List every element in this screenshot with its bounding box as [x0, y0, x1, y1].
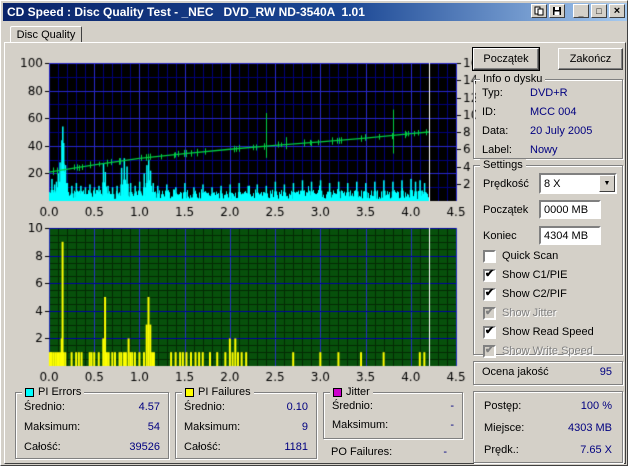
max-value: 9 — [301, 421, 308, 433]
checkbox-box: ✔ — [483, 324, 496, 339]
pi-failures-legend: PI Failures Średnio: 0.10 Maksimum: 9 Cało… — [175, 386, 317, 459]
speed-status-label: Prędk.: — [484, 444, 519, 456]
total-label: Całość: — [24, 441, 61, 453]
max-label: Maksimum: — [24, 421, 81, 433]
checkbox-box: ✔ — [483, 267, 496, 282]
titlebar-buttons: _ □ × — [529, 4, 625, 18]
pi-failures-title: PI Failures — [198, 386, 251, 398]
position-value: 4303 MB — [567, 422, 612, 434]
po-failures-value: - — [443, 446, 447, 458]
speed-label: Prędkość — [483, 178, 529, 190]
total-value: 1181 — [284, 441, 308, 453]
title-bar: CD Speed : Disc Quality Test - _NEC DVD_… — [3, 3, 627, 21]
max-value: 54 — [147, 421, 160, 433]
position-label: Miejsce: — [484, 422, 525, 434]
speed-value: 8 X — [544, 178, 561, 190]
progress-label: Postęp: — [484, 400, 522, 412]
avg-label: Średnio: — [184, 401, 225, 413]
checkbox-show-read-speed[interactable]: ✔ Show Read Speed — [483, 325, 594, 339]
disc-type-value: DVD+R — [530, 87, 568, 99]
settings-title: Settings — [483, 159, 523, 171]
checkbox-show-write-speed: ✔ Show Write Speed — [483, 343, 593, 358]
po-failures-label: PO Failures: — [331, 446, 393, 458]
disc-type-label: Typ: — [482, 87, 503, 99]
speed-status-value: 7.65 X — [580, 444, 612, 456]
disc-info-title: Info o dysku — [483, 73, 543, 85]
checkbox-quick-scan[interactable]: ✔ Quick Scan — [483, 249, 558, 263]
checkbox-show-c1-pie[interactable]: ✔ Show C1/PIE — [483, 268, 567, 282]
avg-label: Średnio: — [24, 401, 65, 413]
copy-icon[interactable] — [531, 4, 547, 18]
avg-value: 4.57 — [138, 401, 160, 413]
jitter-swatch — [333, 387, 342, 397]
checkbox-show-jitter: ✔ Show Jitter — [483, 305, 557, 320]
speed-select[interactable]: 8 X ▼ — [539, 173, 617, 194]
end-position-label: Koniec — [483, 230, 517, 242]
pi-errors-chart — [21, 56, 476, 219]
max-value: - — [450, 419, 454, 431]
save-icon[interactable] — [549, 4, 565, 18]
disc-label-label: Label: — [482, 144, 512, 156]
app-window: CD Speed : Disc Quality Test - _NEC DVD_… — [0, 0, 628, 466]
pi-errors-swatch — [25, 387, 34, 397]
disc-label-value: Nowy — [530, 144, 558, 156]
total-value: 39526 — [129, 441, 160, 453]
disc-info-group: Info o dysku Typ: DVD+R ID: MCC 004 Data: 2… — [473, 73, 623, 159]
start-position-input[interactable] — [539, 200, 601, 219]
total-label: Całość: — [184, 441, 221, 453]
quality-score-value: 95 — [599, 366, 612, 378]
status-box: Postęp: 100 % Miejsce: 4303 MB Prędk.: 7.65… — [473, 391, 623, 463]
tab-label: Disc Quality — [16, 28, 76, 41]
avg-label: Średnio: — [332, 400, 373, 412]
max-label: Maksimum: — [332, 419, 389, 431]
quality-score-box: Ocena jakość 95 — [473, 361, 623, 385]
window-title: CD Speed : Disc Quality Test - _NEC DVD_… — [7, 5, 365, 19]
max-label: Maksimum: — [184, 421, 241, 433]
checkbox-box: ✔ — [483, 286, 496, 301]
quality-score-label: Ocena jakość — [482, 366, 549, 378]
start-button[interactable]: Początek — [472, 47, 540, 71]
pi-failures-chart — [21, 223, 476, 383]
disc-id-label: ID: — [482, 106, 497, 118]
jitter-title: Jitter — [346, 386, 370, 398]
start-position-label: Początek — [483, 204, 529, 216]
disc-date-label: Data: — [482, 125, 509, 137]
checkbox-box: ✔ — [483, 305, 496, 320]
minimize-icon[interactable]: _ — [573, 4, 589, 18]
pi-errors-title: PI Errors — [38, 386, 82, 398]
disc-id-value: MCC 004 — [530, 106, 577, 118]
avg-value: 0.10 — [286, 401, 308, 413]
close-icon[interactable]: × — [609, 4, 625, 18]
avg-value: - — [450, 400, 454, 412]
end-position-input[interactable] — [539, 226, 601, 245]
checkbox-box: ✔ — [483, 343, 496, 358]
stop-button[interactable]: Zakończ — [558, 48, 623, 70]
progress-value: 100 % — [580, 400, 612, 412]
disc-date-value: 20 July 2005 — [530, 125, 593, 137]
chevron-down-icon[interactable]: ▼ — [599, 175, 615, 192]
po-failures-row: PO Failures: - — [331, 446, 455, 460]
jitter-legend: Jitter Średnio: - Maksimum: - — [323, 386, 463, 439]
checkbox-box: ✔ — [483, 249, 496, 263]
pi-failures-swatch — [185, 387, 194, 397]
checkbox-show-c2-pif[interactable]: ✔ Show C2/PIF — [483, 287, 567, 301]
tab-disc-quality[interactable]: Disc Quality — [10, 26, 82, 43]
pi-errors-legend: PI Errors Średnio: 4.57 Maksimum: 54 Całoś… — [15, 386, 169, 459]
maximize-icon[interactable]: □ — [591, 4, 607, 18]
